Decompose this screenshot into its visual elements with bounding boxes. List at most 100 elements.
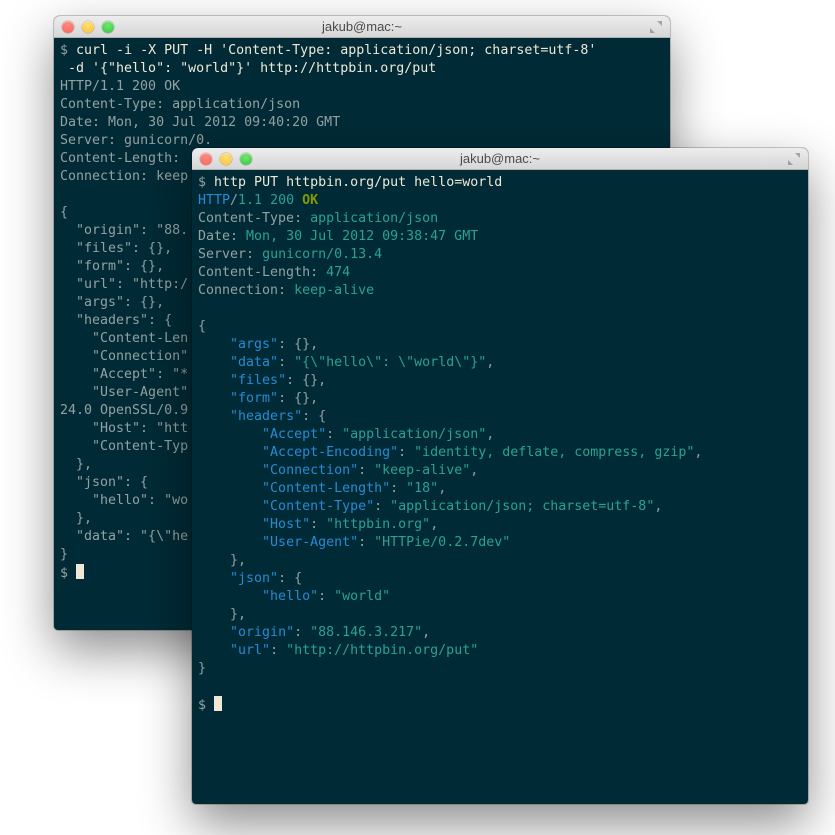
json-indent xyxy=(198,355,230,370)
json-indent xyxy=(198,481,262,496)
json-line: "origin": "88. xyxy=(60,223,188,238)
json-colon: : xyxy=(358,463,374,478)
json-comma: , xyxy=(318,373,326,388)
json-key: "headers" xyxy=(230,409,302,424)
traffic-lights xyxy=(200,153,252,165)
json-colon: : xyxy=(294,625,310,640)
status-proto: HTTP xyxy=(198,193,230,208)
json-key: "form" xyxy=(230,391,278,406)
json-indent xyxy=(198,427,262,442)
json-val: {} xyxy=(302,373,318,388)
zoom-icon[interactable] xyxy=(102,21,114,33)
json-val: {} xyxy=(294,337,310,352)
close-icon[interactable] xyxy=(200,153,212,165)
json-val: "identity, deflate, compress, gzip" xyxy=(414,445,694,460)
json-key: "User-Agent" xyxy=(262,535,358,550)
terminal-window-httpie: jakub@mac:~ $ http PUT httpbin.org/put h… xyxy=(192,148,808,804)
json-val: {} xyxy=(294,391,310,406)
close-icon[interactable] xyxy=(62,21,74,33)
fullscreen-icon[interactable] xyxy=(650,21,662,33)
json-line: "json": { xyxy=(60,475,148,490)
prompt: $ xyxy=(198,698,206,713)
json-key: "Content-Type" xyxy=(262,499,374,514)
fullscreen-icon[interactable] xyxy=(788,153,800,165)
header-key: Content-Type: xyxy=(60,97,164,112)
header-val: application/json xyxy=(164,97,300,112)
json-indent xyxy=(198,625,230,640)
json-key: "json" xyxy=(230,571,278,586)
json-key: "origin" xyxy=(230,625,294,640)
header-val: application/json xyxy=(310,211,438,226)
json-indent xyxy=(198,517,262,532)
json-line: "files": {}, xyxy=(60,241,172,256)
cursor-icon xyxy=(214,696,222,711)
terminal-content[interactable]: $ http PUT httpbin.org/put hello=world H… xyxy=(192,170,808,723)
json-line: "Host": "htt xyxy=(60,421,188,436)
json-line: "User-Agent" xyxy=(60,385,188,400)
json-indent xyxy=(198,535,262,550)
json-line: }, xyxy=(60,457,92,472)
json-colon: : xyxy=(374,499,390,514)
json-line: "Content-Len xyxy=(60,331,188,346)
json-key: "files" xyxy=(230,373,286,388)
json-colon: : xyxy=(270,643,286,658)
header-val: Mon, 30 Jul 2012 09:40:20 GMT xyxy=(100,115,340,130)
json-val: "keep-alive" xyxy=(374,463,470,478)
header-val: 474 xyxy=(326,265,350,280)
minimize-icon[interactable] xyxy=(82,21,94,33)
json-val: "{\"hello\": \"world\"}" xyxy=(294,355,486,370)
status-line: HTTP/1.1 200 OK xyxy=(60,79,180,94)
json-val: "world" xyxy=(334,589,390,604)
json-line: 24.0 OpenSSL/0.9 xyxy=(60,403,188,418)
json-val: "application/json; charset=utf-8" xyxy=(390,499,654,514)
json-key: "Accept" xyxy=(262,427,326,442)
status-code: 200 xyxy=(270,193,294,208)
json-colon: : xyxy=(358,535,374,550)
window-title: jakub@mac:~ xyxy=(192,151,808,166)
json-indent xyxy=(198,643,230,658)
cursor-icon xyxy=(76,564,84,579)
json-key: "hello" xyxy=(262,589,318,604)
json-indent xyxy=(198,589,262,604)
titlebar[interactable]: jakub@mac:~ xyxy=(54,16,670,38)
json-key: "url" xyxy=(230,643,270,658)
json-indent xyxy=(198,337,230,352)
header-key: Content-Length: xyxy=(198,265,318,280)
json-line: { xyxy=(60,205,68,220)
json-indent xyxy=(198,409,230,424)
json-brace: }, xyxy=(198,607,246,622)
json-comma: , xyxy=(422,625,430,640)
json-colon: : xyxy=(286,373,302,388)
json-indent xyxy=(198,463,262,478)
json-indent xyxy=(198,571,230,586)
json-comma: , xyxy=(310,391,318,406)
titlebar[interactable]: jakub@mac:~ xyxy=(192,148,808,170)
header-key: Date: xyxy=(60,115,100,130)
traffic-lights xyxy=(62,21,114,33)
json-colon: : xyxy=(310,517,326,532)
header-key: Connection: xyxy=(198,283,286,298)
header-val: keep xyxy=(148,169,188,184)
zoom-icon[interactable] xyxy=(240,153,252,165)
json-line: } xyxy=(60,547,68,562)
json-colon: : xyxy=(278,391,294,406)
json-colon: : xyxy=(278,355,294,370)
json-comma: , xyxy=(310,337,318,352)
json-brace: { xyxy=(198,319,206,334)
window-title: jakub@mac:~ xyxy=(54,19,670,34)
minimize-icon[interactable] xyxy=(220,153,232,165)
json-brace: { xyxy=(318,409,326,424)
prompt: $ xyxy=(60,43,68,58)
json-colon: : xyxy=(318,589,334,604)
json-line: "Connection" xyxy=(60,349,188,364)
json-val: "18" xyxy=(406,481,438,496)
json-line: "form": {}, xyxy=(60,259,164,274)
json-comma: , xyxy=(694,445,702,460)
command-line: curl -i -X PUT -H 'Content-Type: applica… xyxy=(76,43,596,58)
json-val: "httpbin.org" xyxy=(326,517,430,532)
json-line: "url": "http:/ xyxy=(60,277,188,292)
header-key: Date: xyxy=(198,229,238,244)
json-comma: , xyxy=(486,355,494,370)
json-key: "Content-Length" xyxy=(262,481,390,496)
header-key: Content-Length: xyxy=(60,151,180,166)
